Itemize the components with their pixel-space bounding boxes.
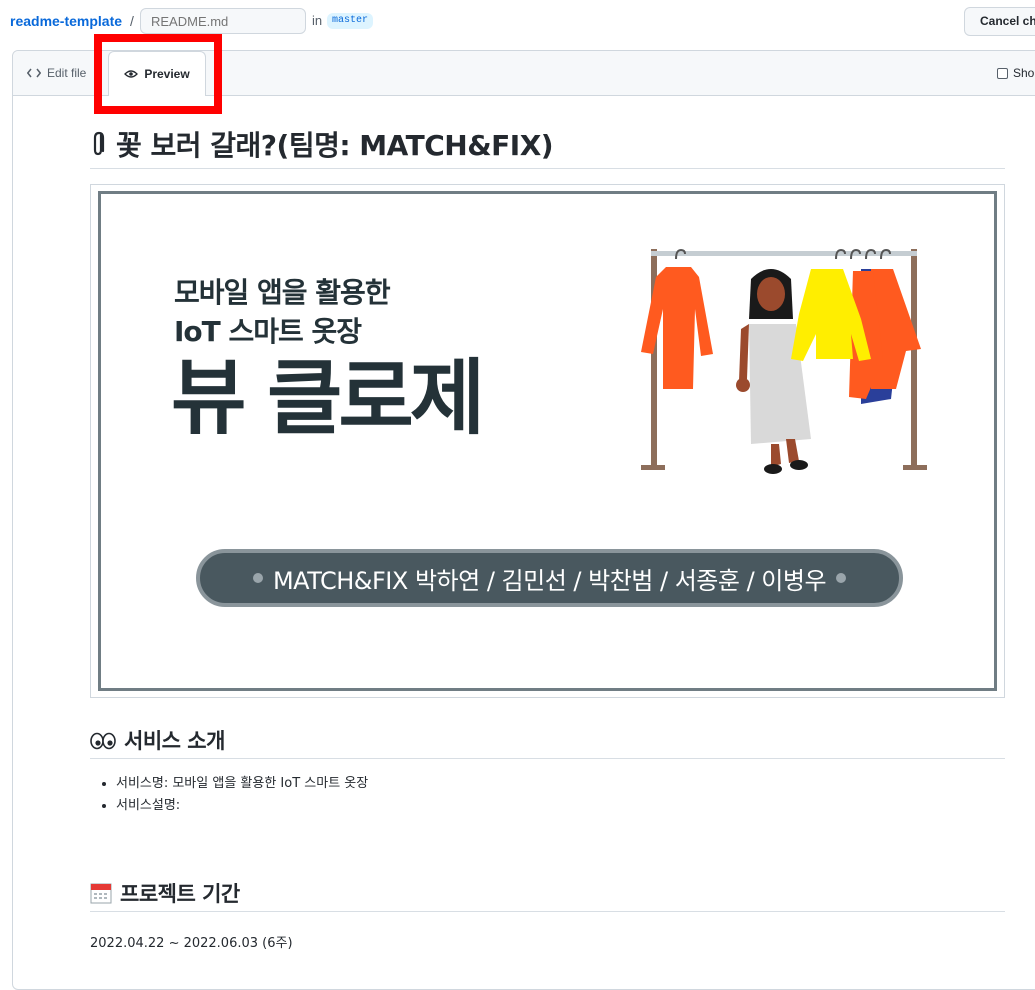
section-heading-service-text: 서비스 소개 (124, 729, 225, 753)
paperclip-icon (93, 131, 105, 156)
team-members-pill: MATCH&FIX 박하연 / 김민선 / 박찬범 / 서종훈 / 이병우 (196, 549, 903, 607)
calendar-icon (90, 883, 112, 904)
section-heading-service: 서비스 소개 (90, 722, 1005, 759)
bullet-dot-icon (836, 573, 847, 583)
banner-big-title: 뷰 클로제 (171, 351, 485, 446)
section-heading-period-text: 프로젝트 기간 (120, 882, 240, 906)
cancel-changes-button[interactable]: Cancel ch (964, 7, 1035, 36)
tab-edit-label: Edit file (47, 66, 87, 80)
repo-link[interactable]: readme-template (10, 13, 122, 29)
project-period-text: 2022.04.22 ~ 2022.06.03 (6주) (90, 936, 293, 951)
banner-subtitle-line1: 모바일 앱을 활용한 (174, 276, 391, 309)
tab-edit-file[interactable]: Edit file (27, 66, 86, 80)
clothes-rack-illustration (641, 248, 927, 474)
readme-title: 꽃 보러 갈래?(팀명: MATCH&FIX) (90, 120, 1005, 169)
filename-input[interactable] (140, 8, 306, 34)
eyes-icon (90, 732, 116, 750)
checkbox-icon[interactable] (997, 67, 1008, 79)
section-heading-period: 프로젝트 기간 (90, 875, 1005, 912)
readme-title-text: 꽃 보러 갈래?(팀명: MATCH&FIX) (116, 129, 554, 162)
bullet-dot-icon (252, 573, 263, 583)
banner-frame: 모바일 앱을 활용한 IoT 스마트 옷장 뷰 클로제 MATCH&FIX 박하… (98, 191, 997, 691)
highlight-annotation (94, 34, 222, 114)
banner-subtitle-line2: IoT 스마트 옷장 (174, 315, 362, 348)
show-diff-label: Sho (1013, 66, 1035, 80)
service-list: 서비스명: 모바일 앱을 활용한 IoT 스마트 옷장 서비스설명: (90, 773, 368, 817)
list-item: 서비스설명: (116, 795, 368, 817)
list-item: 서비스명: 모바일 앱을 활용한 IoT 스마트 옷장 (116, 773, 368, 795)
path-separator: / (130, 13, 134, 29)
in-label: in (312, 13, 323, 28)
banner-image: 모바일 앱을 활용한 IoT 스마트 옷장 뷰 클로제 MATCH&FIX 박하… (90, 184, 1005, 698)
team-members-text: MATCH&FIX 박하연 / 김민선 / 박찬범 / 서종훈 / 이병우 (272, 566, 827, 595)
branch-badge: master (327, 13, 374, 29)
code-icon (27, 68, 41, 78)
show-diff-toggle[interactable]: Sho (997, 66, 1034, 80)
